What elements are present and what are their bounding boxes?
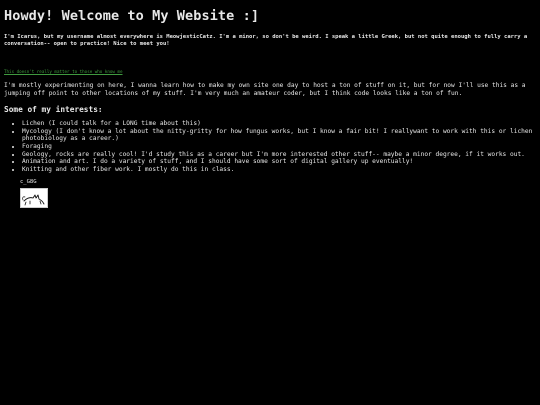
page-title: Howdy! Welcome to My Website :] bbox=[4, 8, 260, 24]
interest-item-knitting: Knitting and other fiber work. I mostly … bbox=[22, 166, 536, 174]
intro-text: I'm Icarus, but my username almost every… bbox=[4, 34, 528, 47]
interest-item-mycology: Mycology (I don't know a lot about the n… bbox=[22, 128, 536, 143]
interest-item-foraging: Foraging bbox=[22, 143, 536, 151]
cat-doodle-icon bbox=[20, 188, 48, 209]
interest-item-lichen: Lichen (I could talk for a LONG time abo… bbox=[22, 120, 536, 128]
about-text: I'm mostly experimenting on here, I wann… bbox=[4, 82, 526, 97]
interests-heading: Some of my interests: bbox=[4, 105, 103, 115]
interest-item-art: Animation and art. I do a variety of stu… bbox=[22, 158, 536, 166]
secret-link[interactable]: This doesn't really matter to those who … bbox=[4, 69, 123, 74]
interest-item-geology: Geology, rocks are really cool! I'd stud… bbox=[22, 151, 536, 159]
interests-list: Lichen (I could talk for a LONG time abo… bbox=[4, 120, 536, 173]
signoff-text: c_G8G bbox=[20, 179, 37, 186]
